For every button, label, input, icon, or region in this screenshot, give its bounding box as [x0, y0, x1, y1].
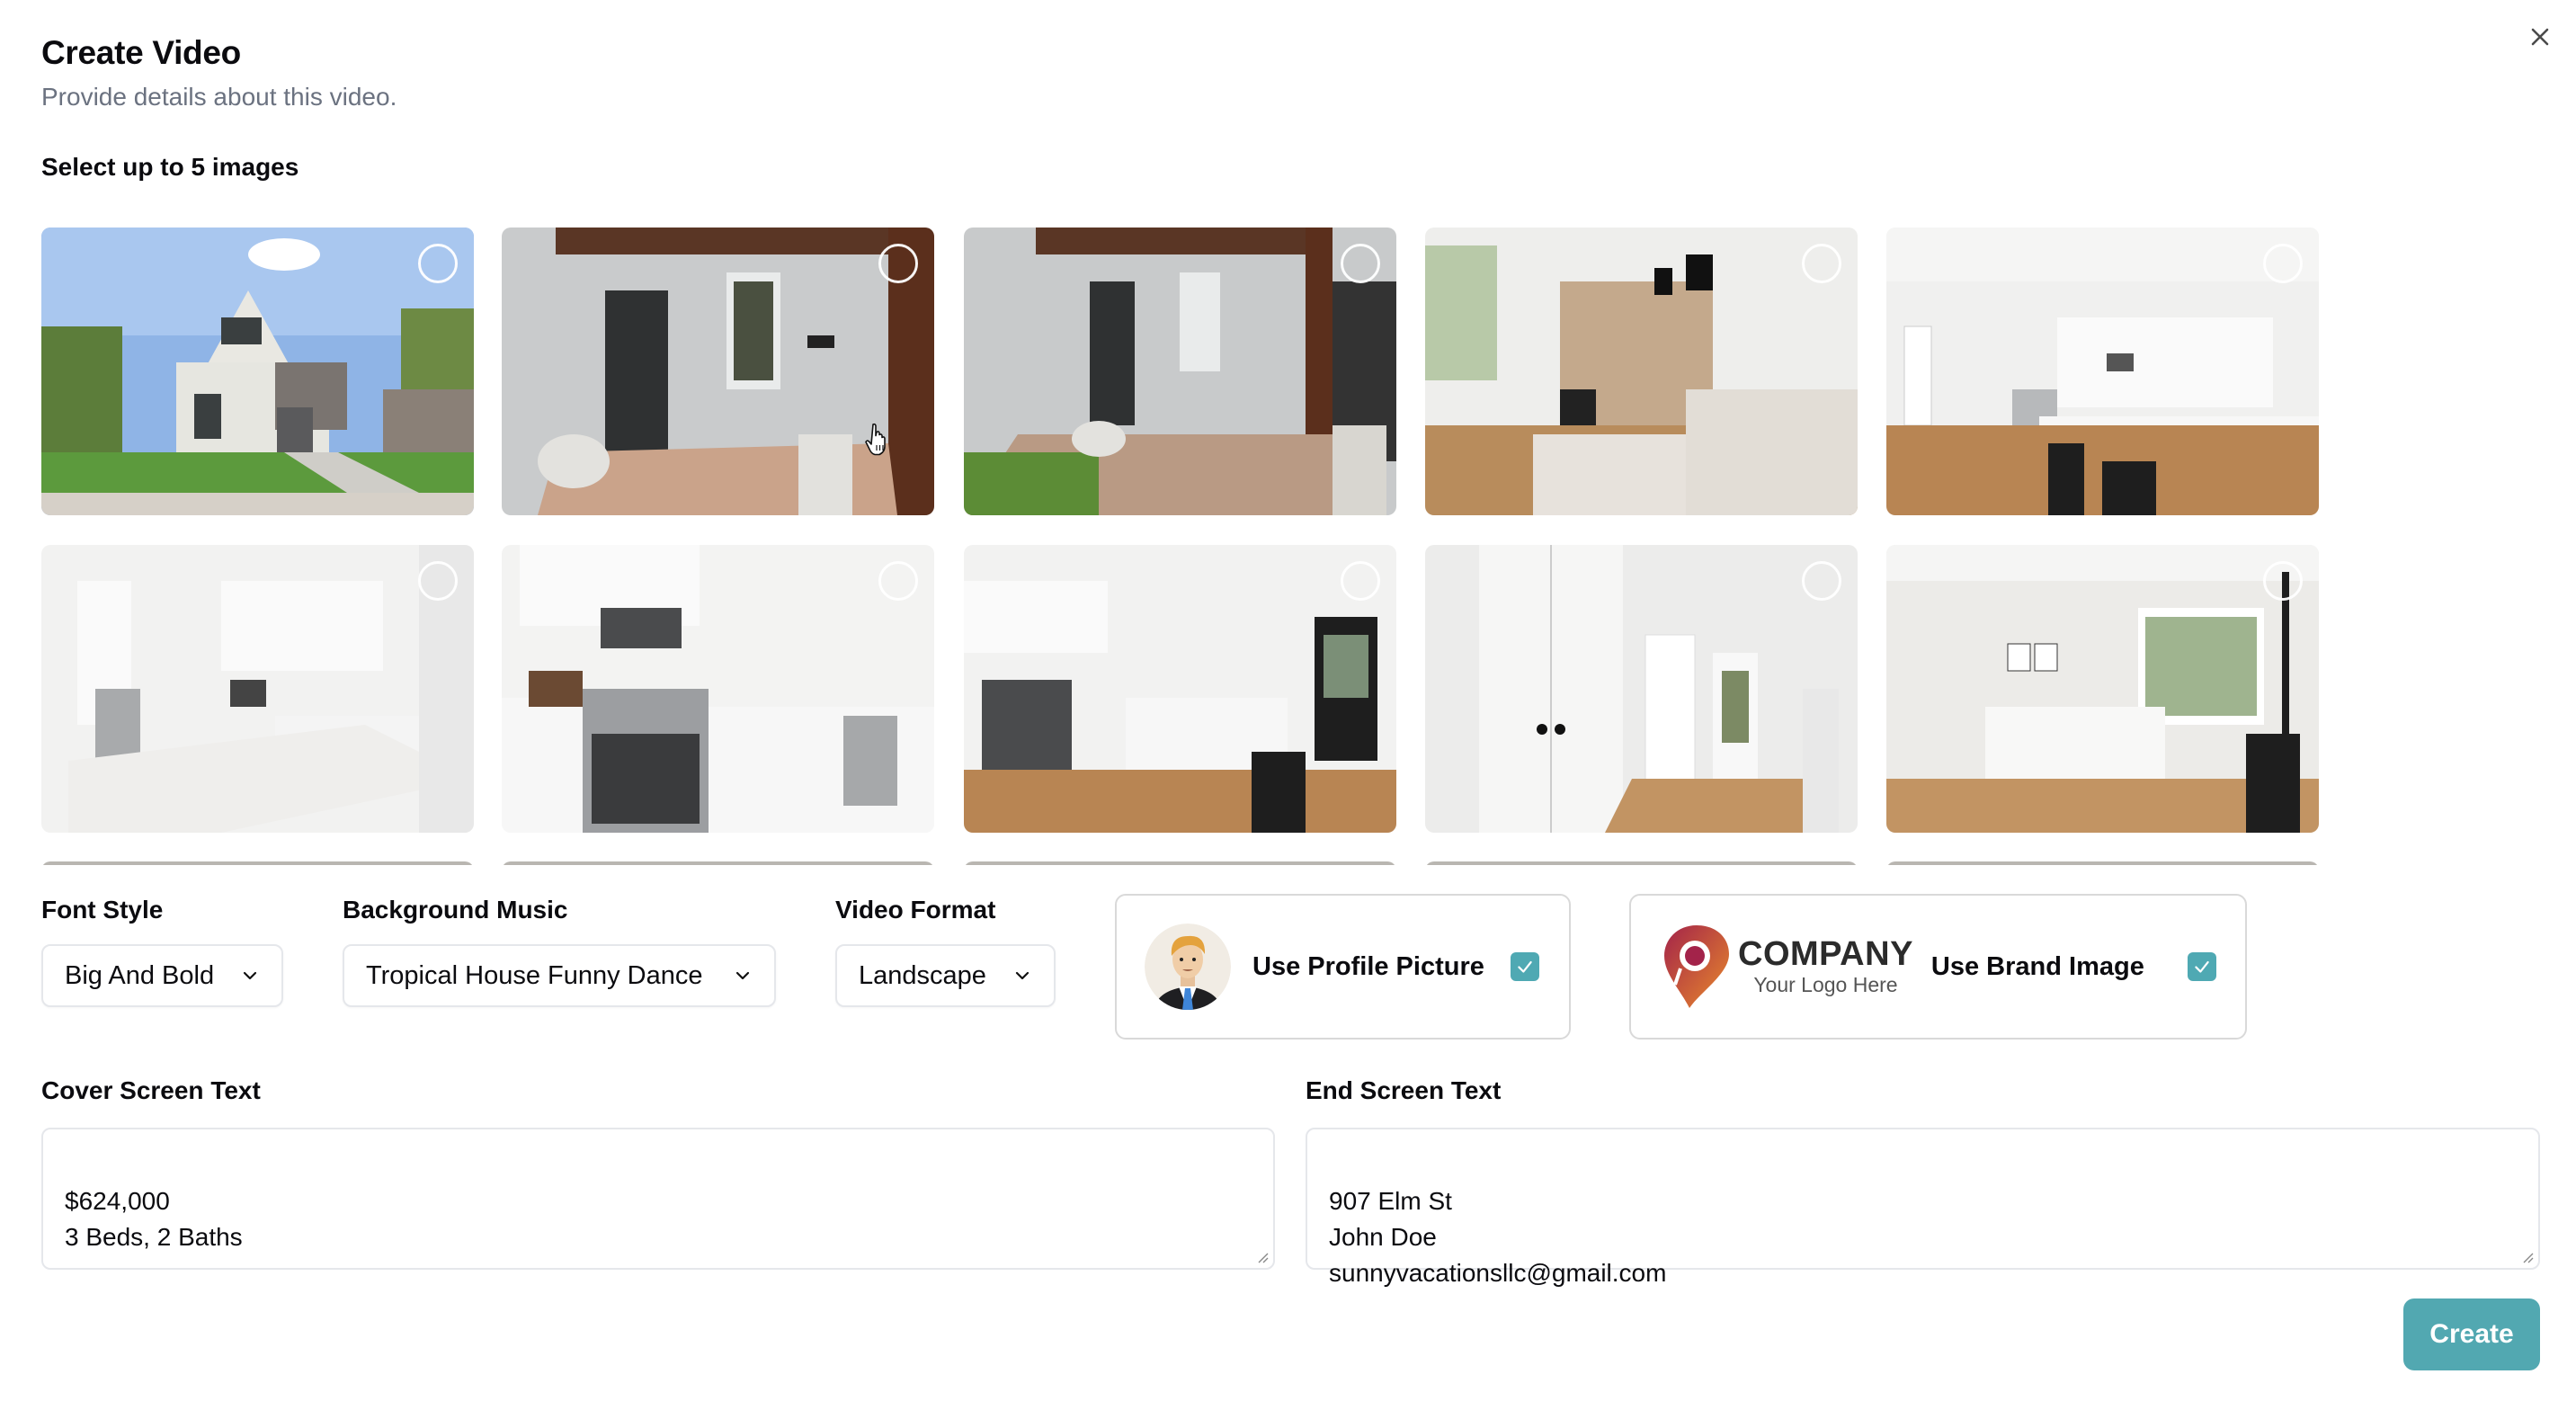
select-circle-icon[interactable] [2263, 561, 2303, 601]
profile-picture-label: Use Profile Picture [1252, 951, 1484, 981]
select-circle-icon[interactable] [1341, 561, 1380, 601]
checkmark-icon [2195, 960, 2209, 973]
image-thumbnail-partial[interactable] [1886, 861, 2319, 865]
background-music-select[interactable]: Tropical House Funny Dance [343, 944, 776, 1007]
font-style-value: Big And Bold [65, 960, 215, 990]
chevron-down-icon [735, 971, 750, 980]
resize-handle-icon[interactable] [2520, 1250, 2535, 1264]
resize-handle-icon[interactable] [1255, 1250, 1270, 1264]
image-thumbnail-front-porch-door[interactable] [502, 228, 934, 515]
select-circle-icon[interactable] [878, 561, 918, 601]
cover-screen-value: $624,000 3 Beds, 2 Baths [65, 1187, 243, 1251]
background-music-value: Tropical House Funny Dance [366, 960, 703, 990]
photo-partial [41, 861, 474, 865]
image-grid [41, 228, 2325, 865]
end-screen-value: 907 Elm St John Doe sunnyvacationsllc@gm… [1329, 1187, 1667, 1287]
images-section-label: Select up to 5 images [41, 153, 299, 181]
brand-logo-tagline: Your Logo Here [1753, 973, 1898, 996]
brand-logo-icon [1664, 925, 1729, 1008]
font-style-label: Font Style [41, 896, 164, 924]
image-thumbnail-front-porch-wide[interactable] [964, 228, 1396, 515]
profile-avatar [1145, 924, 1231, 1010]
image-thumbnail-kitchen-island[interactable] [41, 545, 474, 833]
video-format-value: Landscape [859, 960, 986, 990]
photo-partial [1886, 861, 2319, 865]
font-style-select[interactable]: Big And Bold [41, 944, 283, 1007]
select-circle-icon[interactable] [878, 244, 918, 283]
photo-kitchen-island-door [964, 545, 1396, 833]
close-button[interactable] [2527, 23, 2554, 50]
select-circle-icon[interactable] [418, 244, 458, 283]
chevron-down-icon [243, 971, 257, 980]
brand-image-checkbox[interactable] [2188, 952, 2216, 981]
image-thumbnail-kitchen-range[interactable] [502, 545, 934, 833]
select-circle-icon[interactable] [1341, 244, 1380, 283]
end-screen-label: End Screen Text [1306, 1076, 1502, 1104]
image-thumbnail-living-room-brick-wall[interactable] [1425, 228, 1858, 515]
photo-kitchen-range [502, 545, 934, 833]
select-circle-icon[interactable] [1802, 561, 1841, 601]
cover-screen-textarea[interactable]: $624,000 3 Beds, 2 Baths [41, 1128, 1275, 1270]
brand-image-card[interactable]: COMPANY Your Logo Here Use Brand Image [1629, 894, 2247, 1040]
image-thumbnail-hallway-double-doors[interactable] [1425, 545, 1858, 833]
video-format-label: Video Format [835, 896, 996, 924]
image-thumbnail-kitchen-hallway[interactable] [1886, 228, 2319, 515]
photo-bedroom [1886, 545, 2319, 833]
select-circle-icon[interactable] [1802, 244, 1841, 283]
photo-front-porch-door [502, 228, 934, 515]
select-circle-icon[interactable] [418, 561, 458, 601]
image-thumbnail-partial[interactable] [1425, 861, 1858, 865]
video-format-select[interactable]: Landscape [835, 944, 1056, 1007]
close-icon [2531, 28, 2549, 46]
chevron-down-icon [1015, 971, 1030, 980]
dialog-title: Create Video [41, 34, 241, 71]
photo-living-room-brick-wall [1425, 228, 1858, 515]
profile-picture-card[interactable]: Use Profile Picture [1115, 894, 1571, 1040]
photo-partial [502, 861, 934, 865]
image-thumbnail-partial[interactable] [41, 861, 474, 865]
image-thumbnail-bedroom[interactable] [1886, 545, 2319, 833]
select-circle-icon[interactable] [2263, 244, 2303, 283]
cover-screen-label: Cover Screen Text [41, 1076, 261, 1104]
checkmark-icon [1518, 960, 1532, 973]
image-thumbnail-partial[interactable] [964, 861, 1396, 865]
brand-image-label: Use Brand Image [1930, 951, 2144, 981]
background-music-label: Background Music [343, 896, 568, 924]
dialog-subtitle: Provide details about this video. [41, 83, 397, 111]
image-thumbnail-kitchen-island-door[interactable] [964, 545, 1396, 833]
photo-partial [964, 861, 1396, 865]
profile-picture-checkbox[interactable] [1511, 952, 1539, 981]
create-button[interactable]: Create [2403, 1298, 2540, 1370]
photo-kitchen-hallway [1886, 228, 2319, 515]
hand-cursor-icon [865, 423, 886, 456]
image-thumbnail-partial[interactable] [502, 861, 934, 865]
image-thumbnail-house-exterior[interactable] [41, 228, 474, 515]
brand-logo-name: COMPANY [1738, 935, 1913, 973]
end-screen-textarea[interactable]: 907 Elm St John Doe sunnyvacationsllc@gm… [1306, 1128, 2540, 1287]
photo-front-porch-wide [964, 228, 1396, 515]
photo-house-exterior [41, 228, 474, 515]
photo-hallway-double-doors [1425, 545, 1858, 833]
photo-partial [1425, 861, 1858, 865]
photo-kitchen-island [41, 545, 474, 833]
